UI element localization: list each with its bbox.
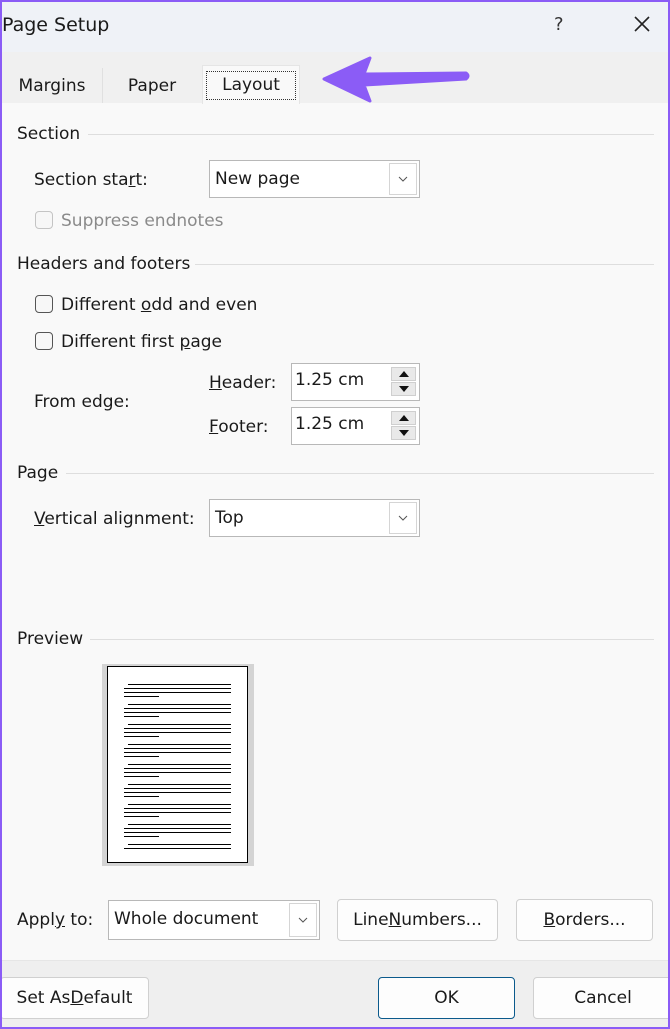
suppress-endnotes-label: Suppress endnotes (61, 211, 224, 231)
ok-button[interactable]: OK (378, 977, 515, 1019)
preview-text-line (124, 796, 159, 797)
preview-text-line (124, 712, 231, 713)
section-divider (88, 134, 654, 135)
preview-text-line (124, 696, 159, 697)
preview-heading: Preview (17, 629, 84, 649)
set-as-default-button[interactable]: Set As Default (2, 977, 149, 1019)
dropdown-button[interactable] (289, 903, 317, 937)
help-button[interactable]: ? (554, 14, 564, 35)
section-heading: Section (17, 124, 81, 144)
section-start-value: New page (215, 169, 300, 189)
triangle-up-icon (398, 415, 409, 421)
preview-text-line (124, 848, 231, 849)
chevron-down-icon (398, 176, 408, 182)
preview-text-line (124, 716, 159, 717)
apply-to-select[interactable]: Whole document (108, 900, 320, 940)
footer-distance-input[interactable]: 1.25 cm (295, 414, 364, 434)
preview-text-line (124, 788, 231, 789)
page-heading: Page (17, 463, 59, 483)
title-bar: Page Setup ? (2, 2, 668, 52)
tab-paper[interactable]: Paper (102, 68, 202, 103)
preview-text-line (124, 772, 231, 773)
different-first-page-label: Different first page (61, 332, 222, 352)
header-distance-input[interactable]: 1.25 cm (295, 370, 364, 390)
header-increment-button[interactable] (391, 367, 416, 381)
header-decrement-button[interactable] (391, 382, 416, 396)
close-button[interactable] (631, 13, 653, 35)
preview-text-line (128, 764, 231, 765)
footer-distance-spinner[interactable]: 1.25 cm (291, 407, 420, 445)
close-icon (634, 16, 650, 32)
section-start-select[interactable]: New page (209, 160, 420, 198)
preview-text-line (124, 776, 159, 777)
preview-text-line (124, 768, 231, 769)
triangle-down-icon (398, 386, 409, 392)
borders-button[interactable]: Borders... (516, 899, 653, 941)
apply-to-value: Whole document (114, 909, 259, 929)
triangle-down-icon (398, 430, 409, 436)
dropdown-button[interactable] (389, 502, 417, 534)
preview-text-line (124, 792, 231, 793)
preview-text-line (124, 836, 159, 837)
preview-text-line (124, 748, 231, 749)
vertical-alignment-value: Top (215, 508, 244, 528)
different-odd-even-checkbox[interactable] (35, 295, 53, 313)
apply-to-label: Apply to: (17, 910, 94, 930)
arrow-left-icon (322, 56, 470, 103)
tab-layout[interactable]: Layout (202, 65, 300, 104)
preview-text-line (124, 812, 231, 813)
preview-text-line (128, 684, 231, 685)
preview-text-line (124, 816, 159, 817)
preview-page (107, 666, 248, 863)
headers-footers-heading: Headers and footers (17, 254, 191, 274)
suppress-endnotes-checkbox[interactable] (35, 211, 53, 229)
header-distance-spinner[interactable]: 1.25 cm (291, 363, 420, 401)
cancel-button[interactable]: Cancel (533, 977, 668, 1019)
dropdown-button[interactable] (389, 163, 417, 195)
preview-text-line (124, 708, 231, 709)
chevron-down-icon (298, 917, 308, 923)
preview-text-line (128, 784, 231, 785)
from-edge-label: From edge: (34, 392, 130, 412)
page-divider (66, 473, 654, 474)
preview-text-line (128, 824, 231, 825)
preview-shadow (102, 664, 254, 866)
vertical-alignment-label: Vertical alignment: (34, 509, 195, 529)
footer-decrement-button[interactable] (391, 426, 416, 440)
tab-layout-label: Layout (206, 70, 296, 100)
preview-text-line (124, 736, 159, 737)
preview-text-line (124, 832, 231, 833)
header-label: Header: (209, 373, 277, 393)
preview-text-line (124, 732, 231, 733)
footer-increment-button[interactable] (391, 411, 416, 425)
line-numbers-button[interactable]: Line Numbers... (337, 899, 498, 941)
section-start-label: Section start: (34, 170, 148, 190)
headers-footers-divider (195, 264, 654, 265)
preview-text-line (128, 844, 231, 845)
preview-text-line (124, 688, 231, 689)
page-setup-dialog: Page Setup ? Margins Paper Layout Sectio… (2, 2, 668, 1027)
preview-text-line (128, 804, 231, 805)
preview-divider (90, 639, 654, 640)
preview-text-line (124, 828, 231, 829)
chevron-down-icon (398, 515, 408, 521)
different-odd-even-label: Different odd and even (61, 295, 258, 315)
preview-text-line (124, 728, 231, 729)
dialog-title: Page Setup (2, 14, 110, 36)
preview-text-line (128, 724, 231, 725)
preview-text-line (124, 692, 231, 693)
preview-text-line (124, 756, 159, 757)
vertical-alignment-select[interactable]: Top (209, 499, 420, 537)
preview-text-line (128, 744, 231, 745)
triangle-up-icon (398, 371, 409, 377)
different-first-page-checkbox[interactable] (35, 332, 53, 350)
preview-text-line (124, 752, 231, 753)
footer-label: Footer: (209, 417, 269, 437)
preview-text-line (124, 808, 231, 809)
tab-margins[interactable]: Margins (2, 68, 103, 103)
preview-text-line (128, 704, 231, 705)
